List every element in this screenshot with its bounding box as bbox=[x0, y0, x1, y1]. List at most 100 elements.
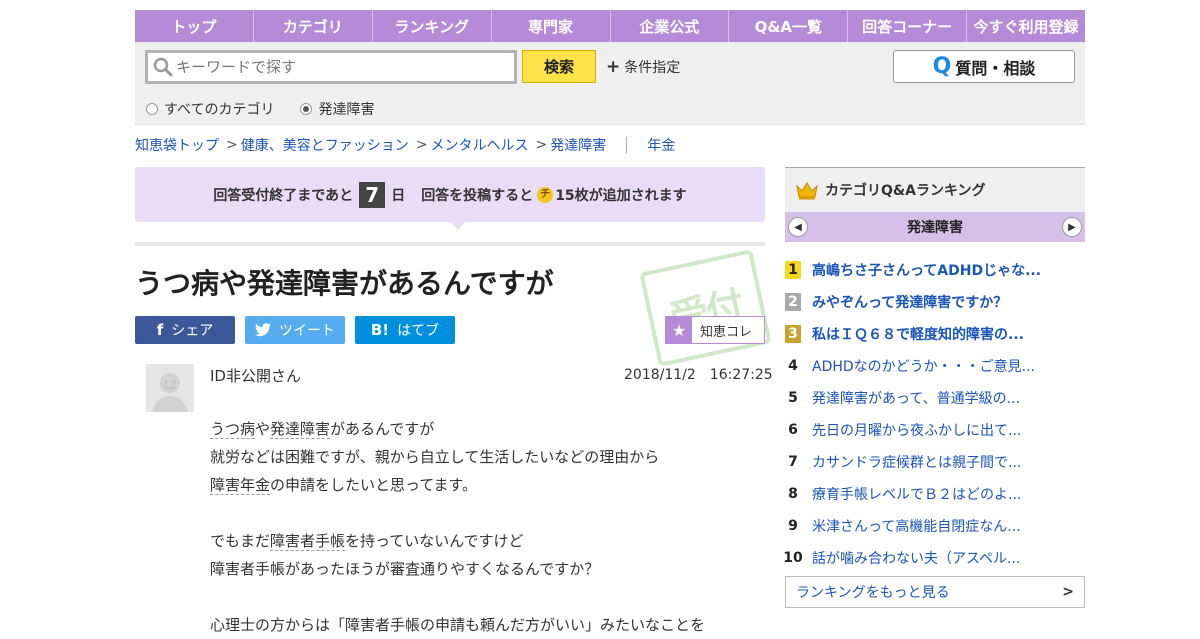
ranking-question-link[interactable]: 私はＩＱ６８で軽度知的障害の... bbox=[812, 324, 1024, 344]
radio-dot bbox=[146, 103, 158, 115]
ranking-question-link[interactable]: ADHDなのかどうか・・・ご意見... bbox=[812, 356, 1035, 376]
ranking-question-link[interactable]: カサンドラ症候群とは親子間で... bbox=[812, 452, 1021, 472]
rank-number: 10 bbox=[783, 550, 803, 566]
rank-number: 1 bbox=[785, 261, 801, 279]
ranking-item[interactable]: 6 先日の月曜から夜ふかしに出て... bbox=[785, 414, 1085, 446]
ranking-item[interactable]: 4 ADHDなのかどうか・・・ご意見... bbox=[785, 350, 1085, 382]
ranking-question-link[interactable]: 療育手帳レベルでＢ２はどのよ... bbox=[812, 484, 1021, 504]
global-nav: トップ カテゴリ ランキング 専門家 企業公式 Q&A一覧 回答コーナー 今すぐ… bbox=[135, 10, 1085, 42]
radio-label: すべてのカテゴリ bbox=[164, 102, 275, 118]
nav-official[interactable]: 企業公式 bbox=[611, 10, 730, 42]
q-icon: Q bbox=[932, 54, 952, 79]
keyword-link[interactable]: 障害者手帳 bbox=[270, 532, 346, 551]
breadcrumb-sep: > bbox=[415, 137, 428, 153]
ask-label: 質問・相談 bbox=[955, 58, 1036, 78]
twitter-icon bbox=[255, 323, 271, 337]
radio-dot-selected bbox=[300, 103, 313, 115]
question-line: 障害者手帳があったほうが審査通りやすくなるんですか？ bbox=[210, 555, 770, 583]
text-segment: や bbox=[255, 420, 271, 438]
breadcrumb-item[interactable]: メンタルヘルス bbox=[430, 135, 528, 155]
ranking-question-link[interactable]: 発達障害があって、普通学級の... bbox=[812, 388, 1020, 408]
nav-expert[interactable]: 専門家 bbox=[492, 10, 611, 42]
rank-number: 2 bbox=[785, 293, 801, 311]
ranking-item[interactable]: 5 発達障害があって、普通学級の... bbox=[785, 382, 1085, 414]
ranking-question-link[interactable]: 先日の月曜から夜ふかしに出て... bbox=[812, 420, 1021, 440]
breadcrumb-sep: > bbox=[535, 137, 548, 153]
post-date: 2018/11/2 16:27:25 bbox=[624, 367, 773, 383]
scope-radios: すべてのカテゴリ 発達障害 bbox=[146, 99, 400, 119]
chevron-right-icon: > bbox=[1062, 584, 1074, 600]
text-segment: があるんですが bbox=[330, 420, 435, 438]
question-line: でもまだ障害者手帳を持っていないんですけど bbox=[210, 527, 770, 555]
nav-ranking[interactable]: ランキング bbox=[373, 10, 492, 42]
crown-icon bbox=[796, 182, 818, 200]
asker-name[interactable]: ID非公開さん bbox=[210, 365, 301, 386]
banner-text: 回答を投稿すると bbox=[421, 187, 534, 204]
share-label: はてブ bbox=[397, 323, 440, 339]
breadcrumb-item[interactable]: 知恵袋トップ bbox=[135, 135, 219, 155]
facebook-share-button[interactable]: f シェア bbox=[135, 316, 235, 344]
ranking-item[interactable]: 8 療育手帳レベルでＢ２はどのよ... bbox=[785, 478, 1085, 510]
text-segment: 心理士の方からは「障害者手帳の申請も頼んだ方がいい」みたいなことを bbox=[210, 616, 706, 634]
ranking-item[interactable]: 9 米津さんって高機能自閉症なん... bbox=[785, 510, 1085, 542]
ranking-question-link[interactable]: 高嶋ちさ子さんってADHDじゃな... bbox=[812, 260, 1041, 280]
nav-register[interactable]: 今すぐ利用登録 bbox=[967, 10, 1085, 42]
breadcrumb-item[interactable]: 健康、美容とファッション bbox=[241, 135, 409, 155]
ranking-question-link[interactable]: 話が噛み合わない夫（アスペル... bbox=[812, 548, 1020, 568]
rank-number: 9 bbox=[788, 518, 798, 534]
radio-all-categories[interactable]: すべてのカテゴリ bbox=[146, 99, 274, 119]
nav-qa-list[interactable]: Q&A一覧 bbox=[729, 10, 849, 42]
collect-label: 知恵コレ bbox=[700, 324, 753, 340]
user-silhouette-icon bbox=[152, 373, 188, 412]
hatena-bookmark-button[interactable]: B! はてブ bbox=[355, 316, 455, 344]
ranking-item[interactable]: 1 高嶋ちさ子さんってADHDじゃな... bbox=[785, 254, 1085, 286]
ranking-sidebar: カテゴリQ&Aランキング ◀ 発達障害 ▶ 1 高嶋ちさ子さんってADHDじゃな.… bbox=[783, 167, 1085, 608]
ranking-header: カテゴリQ&Aランキング bbox=[785, 167, 1085, 212]
search-area: 検索 + 条件指定 Q 質問・相談 すべてのカテゴリ 発達障害 bbox=[135, 42, 1085, 125]
ranking-item[interactable]: 3 私はＩＱ６８で軽度知的障害の... bbox=[785, 318, 1085, 350]
search-button[interactable]: 検索 bbox=[522, 50, 596, 83]
radio-current-category[interactable]: 発達障害 bbox=[300, 99, 374, 119]
plus-icon: + bbox=[606, 57, 621, 77]
breadcrumb-sep: > bbox=[226, 137, 238, 153]
search-input[interactable] bbox=[176, 58, 496, 76]
question-line: 障害年金の申請をしたいと思ってます。 bbox=[210, 471, 770, 499]
question-line: うつ病や発達障害があるんですが bbox=[210, 415, 770, 443]
nav-category[interactable]: カテゴリ bbox=[254, 10, 373, 42]
more-ranking-link[interactable]: ランキングをもっと見る > bbox=[785, 576, 1085, 608]
deadline-banner: 回答受付終了まであと 7 日 回答を投稿すると チ 15枚が追加されます bbox=[135, 167, 765, 222]
text-segment: でもまだ bbox=[210, 532, 271, 550]
ranking-item[interactable]: 10 話が噛み合わない夫（アスペル... bbox=[783, 542, 1085, 574]
ranking-item[interactable]: 7 カサンドラ症候群とは親子間で... bbox=[785, 446, 1085, 478]
breadcrumb-tag[interactable]: 年金 bbox=[647, 135, 675, 155]
twitter-share-button[interactable]: ツイート bbox=[245, 316, 345, 344]
text-segment: 障害者手帳があったほうが審査通りやすくなるんですか？ bbox=[210, 560, 600, 578]
divider bbox=[135, 242, 765, 246]
nav-answer-corner[interactable]: 回答コーナー bbox=[848, 10, 968, 42]
keyword-link[interactable]: 発達障害 bbox=[270, 420, 331, 439]
ranking-category: 発達障害 bbox=[907, 220, 963, 236]
rank-number: 4 bbox=[788, 358, 798, 374]
rank-number: 7 bbox=[788, 454, 798, 470]
keyword-link[interactable]: うつ病 bbox=[210, 420, 256, 439]
next-arrow-icon[interactable]: ▶ bbox=[1062, 217, 1082, 237]
breadcrumb-item[interactable]: 発達障害 bbox=[550, 135, 606, 155]
breadcrumb-divider bbox=[626, 137, 628, 153]
ranking-question-link[interactable]: みやぞんって発達障害ですか？ bbox=[812, 292, 1007, 312]
share-label: ツイート bbox=[279, 323, 335, 339]
prev-arrow-icon[interactable]: ◀ bbox=[788, 217, 808, 237]
ranking-list: 1 高嶋ちさ子さんってADHDじゃな... 2 みやぞんって発達障害ですか？ 3 私はＩＱ… bbox=[783, 254, 1085, 574]
ranking-category-switcher: ◀ 発達障害 ▶ bbox=[785, 212, 1085, 242]
ranking-question-link[interactable]: 米津さんって高機能自閉症なん... bbox=[812, 516, 1021, 536]
nav-top[interactable]: トップ bbox=[135, 10, 254, 42]
ranking-item[interactable]: 2 みやぞんって発達障害ですか？ bbox=[785, 286, 1085, 318]
conditions-link[interactable]: + 条件指定 bbox=[606, 57, 680, 77]
keyword-link[interactable]: 障害年金 bbox=[210, 476, 271, 495]
question-line: 就労などは困難ですが、親から自立して生活したいなどの理由から bbox=[210, 443, 770, 471]
ask-question-button[interactable]: Q 質問・相談 bbox=[893, 50, 1075, 83]
chie-collection-button[interactable]: ★ 知恵コレ bbox=[665, 316, 765, 344]
search-box[interactable] bbox=[145, 50, 517, 84]
breadcrumb: 知恵袋トップ > 健康、美容とファッション > メンタルヘルス > 発達障害 年… bbox=[135, 135, 675, 155]
banner-text: 回答受付終了まであと bbox=[213, 187, 354, 204]
